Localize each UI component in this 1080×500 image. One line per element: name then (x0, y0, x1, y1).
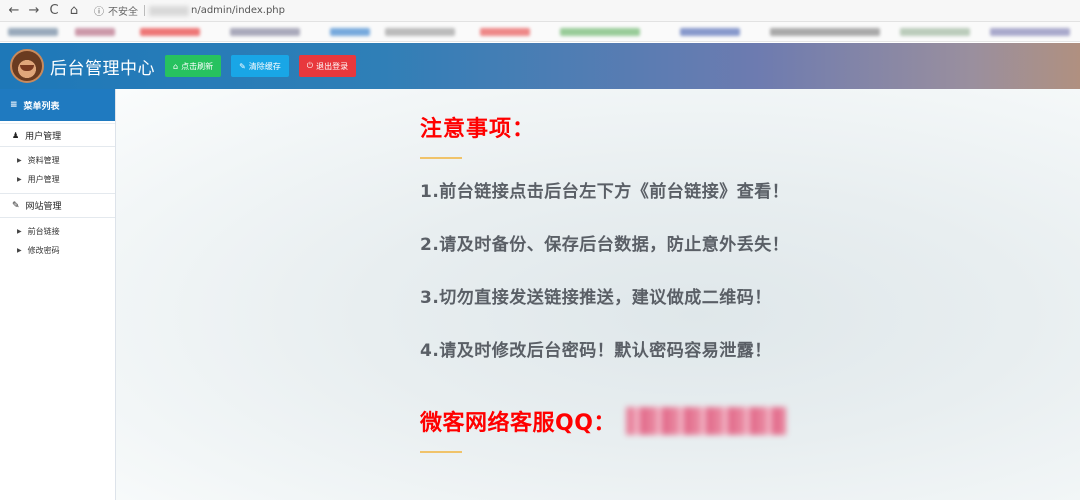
home-icon[interactable]: ⌂ (64, 1, 84, 21)
caret-right-icon: ▶ (17, 176, 22, 183)
divider (420, 451, 462, 453)
notice-item: 4.请及时修改后台密码！默认密码容易泄露！ (420, 341, 772, 361)
insecure-label: 不安全 (108, 7, 138, 18)
menu-list-header: ≡ 菜单列表 (0, 89, 115, 121)
logout-button[interactable]: ⏻ 退出登录 (298, 55, 357, 77)
forward-icon[interactable]: → (24, 1, 44, 21)
address-bar[interactable]: ⓘ 不安全 n/admin/index.php (94, 2, 285, 20)
sidebar-group-label: 用户管理 (25, 131, 62, 142)
caret-right-icon: ▶ (17, 247, 22, 254)
sidebar-sublist: ▶ 资料管理 ▶ 用户管理 (0, 147, 115, 194)
redacted-qq-number (625, 407, 786, 435)
menu-list-title: 菜单列表 (23, 101, 60, 112)
back-icon[interactable]: ← (4, 1, 24, 21)
sidebar-item-change-password[interactable]: ▶ 修改密码 (0, 241, 115, 260)
sidebar-item-label: 用户管理 (27, 175, 60, 184)
wrench-icon: ✎ (239, 61, 246, 71)
logout-button-label: 退出登录 (316, 61, 349, 71)
list-icon: ≡ (10, 100, 18, 110)
app-title: 后台管理中心 (50, 58, 155, 79)
power-icon: ⏻ (306, 61, 314, 70)
notice-item: 1.前台链接点击后台左下方《前台链接》查看！ (420, 182, 790, 202)
url-path: n/admin/index.php (191, 5, 285, 16)
sidebar-item-profile[interactable]: ▶ 资料管理 (0, 151, 115, 170)
browser-toolbar: ← → C ⌂ ⓘ 不安全 n/admin/index.php (0, 0, 1080, 22)
qq-contact: 微客网络客服QQ： (420, 405, 1020, 437)
clear-cache-button[interactable]: ✎ 清除缓存 (231, 55, 289, 77)
sidebar-item-label: 修改密码 (27, 246, 60, 255)
sidebar-group-user[interactable]: ♟ 用户管理 (0, 123, 115, 147)
reload-icon[interactable]: C (44, 1, 64, 21)
avatar (10, 49, 44, 83)
caret-right-icon: ▶ (17, 228, 22, 235)
clear-cache-button-label: 清除缓存 (248, 61, 281, 71)
sidebar: ≡ 菜单列表 ♟ 用户管理 ▶ 资料管理 ▶ 用户管理 ✎ 网站管理 ▶ 前台链… (0, 89, 116, 500)
sidebar-item-frontend-link[interactable]: ▶ 前台链接 (0, 222, 115, 241)
divider (420, 157, 462, 159)
main-content: 注意事项： 1.前台链接点击后台左下方《前台链接》查看！ 2.请及时备份、保存后… (116, 89, 1080, 500)
redacted-domain (149, 5, 189, 16)
app-header: 后台管理中心 ⌂ 点击刷新 ✎ 清除缓存 ⏻ 退出登录 (0, 43, 1080, 89)
notice-list: 1.前台链接点击后台左下方《前台链接》查看！ 2.请及时备份、保存后台数据，防止… (420, 181, 1020, 393)
notice-title: 注意事项： (420, 117, 536, 142)
info-icon[interactable]: ⓘ (94, 3, 104, 18)
notice-item: 3.切勿直接发送链接推送，建议做成二维码！ (420, 288, 772, 308)
home-icon: ⌂ (173, 61, 179, 71)
sidebar-group-site[interactable]: ✎ 网站管理 (0, 194, 115, 218)
edit-icon: ✎ (12, 200, 20, 211)
caret-right-icon: ▶ (17, 157, 22, 164)
divider (144, 5, 145, 16)
refresh-button-label: 点击刷新 (181, 61, 214, 71)
notice-panel: 注意事项： 1.前台链接点击后台左下方《前台链接》查看！ 2.请及时备份、保存后… (420, 111, 1020, 453)
sidebar-item-label: 资料管理 (27, 156, 60, 165)
bookmarks-bar (0, 22, 1080, 42)
notice-item: 2.请及时备份、保存后台数据，防止意外丢失！ (420, 235, 790, 255)
qq-label: 微客网络客服QQ： (420, 411, 616, 436)
sidebar-sublist: ▶ 前台链接 ▶ 修改密码 (0, 218, 115, 264)
sidebar-group-label: 网站管理 (25, 202, 62, 212)
sidebar-item-label: 前台链接 (27, 227, 60, 236)
refresh-button[interactable]: ⌂ 点击刷新 (165, 55, 222, 77)
user-icon: ♟ (12, 130, 20, 140)
sidebar-item-users[interactable]: ▶ 用户管理 (0, 170, 115, 189)
